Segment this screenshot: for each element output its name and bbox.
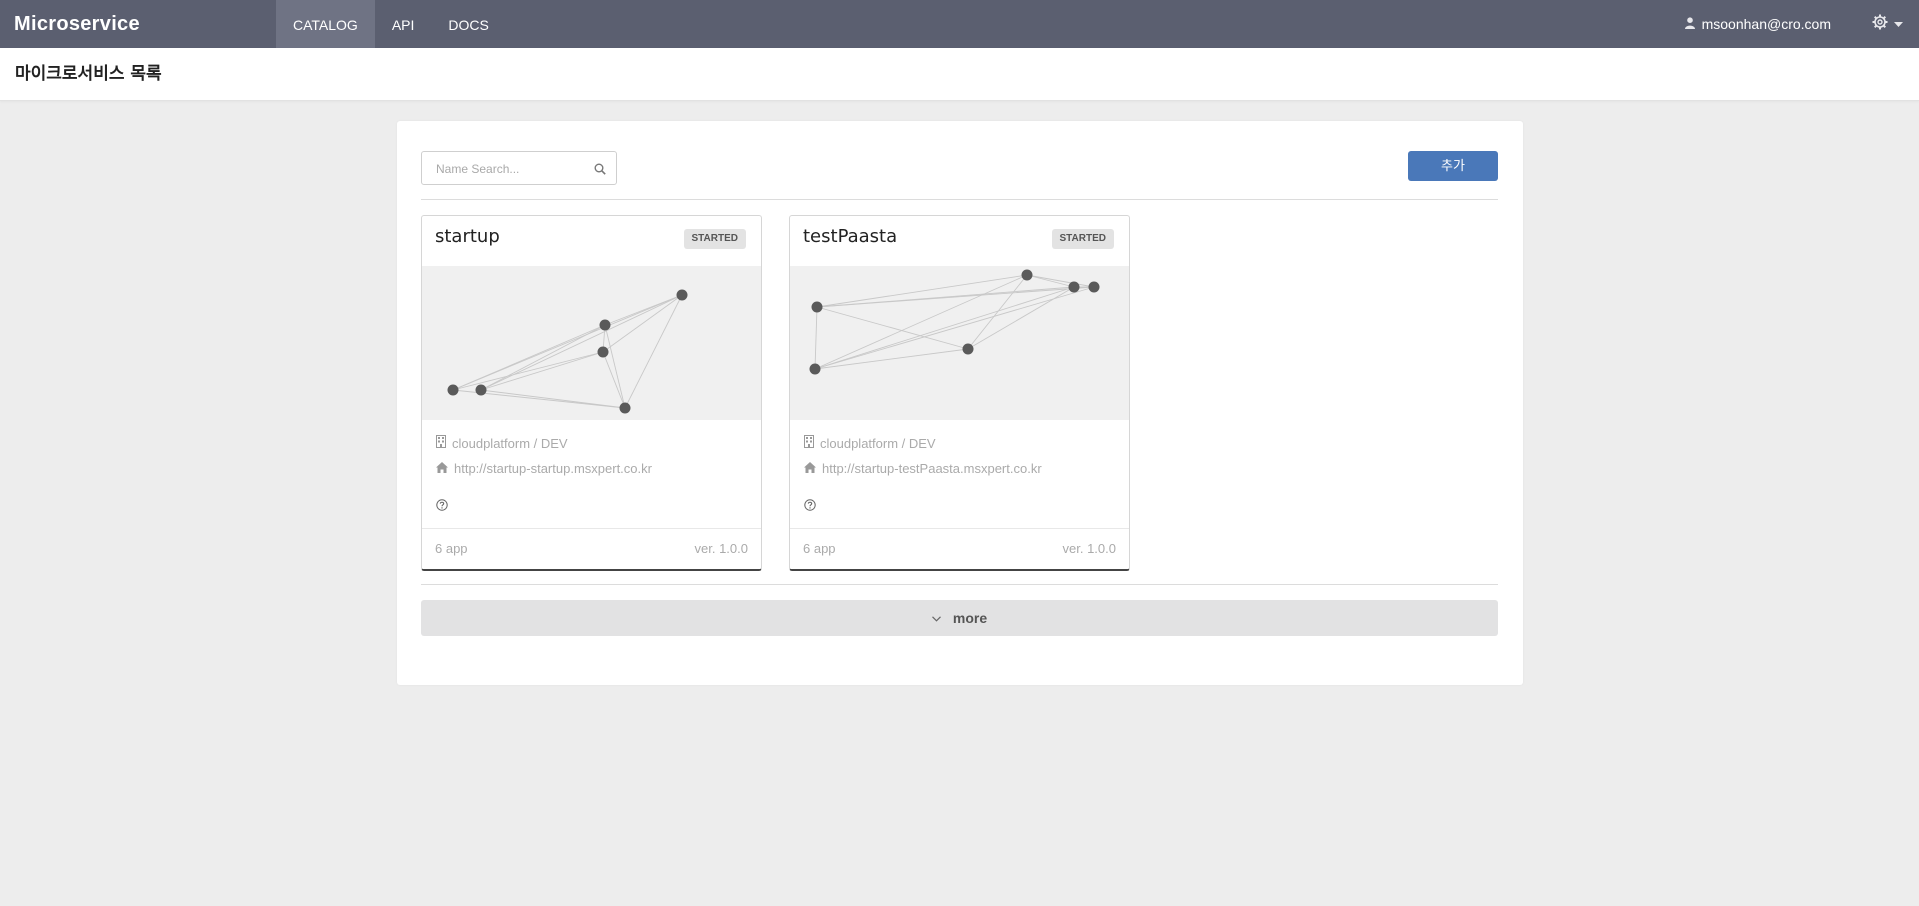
version-label: ver. 1.0.0 [1062, 541, 1116, 556]
service-url[interactable]: http://startup-testPaasta.msxpert.co.kr [804, 461, 1042, 476]
service-node[interactable] [676, 289, 688, 301]
divider [421, 199, 1498, 200]
main-nav: CATALOG API DOCS [276, 0, 506, 48]
service-name[interactable]: startup [435, 226, 500, 247]
top-navbar: Microservice CATALOG API DOCS msoonhan@c… [0, 0, 1919, 48]
caret-down-icon[interactable] [1894, 15, 1903, 33]
card-divider [422, 528, 761, 529]
catalog-panel: 추가 startup STARTED [397, 121, 1523, 685]
service-org: cloudplatform / DEV [804, 435, 936, 451]
org-text: cloudplatform / DEV [452, 435, 568, 451]
app-brand[interactable]: Microservice [14, 0, 140, 48]
help-icon[interactable] [804, 498, 816, 516]
building-icon [436, 435, 446, 451]
add-button[interactable]: 추가 [1408, 151, 1498, 181]
home-icon [436, 461, 448, 476]
nav-api[interactable]: API [375, 0, 432, 48]
service-topology-graph [422, 266, 761, 420]
status-badge: STARTED [1051, 229, 1114, 249]
home-icon [804, 461, 816, 476]
version-label: ver. 1.0.0 [694, 541, 748, 556]
service-node[interactable] [1068, 281, 1080, 293]
settings-menu[interactable] [1872, 0, 1903, 48]
service-node[interactable] [962, 343, 974, 355]
service-node[interactable] [1088, 281, 1100, 293]
user-menu[interactable]: msoonhan@cro.com [1684, 0, 1831, 49]
app-count: 6 app [435, 541, 468, 556]
service-topology-graph [790, 266, 1129, 420]
search-box[interactable] [421, 151, 617, 185]
more-button[interactable]: more [421, 600, 1498, 636]
service-name[interactable]: testPaasta [803, 226, 897, 247]
gear-icon[interactable] [1872, 14, 1888, 35]
service-node[interactable] [597, 346, 609, 358]
service-card-startup[interactable]: startup STARTED cloudplatform / DEV http… [421, 215, 762, 571]
service-node[interactable] [811, 301, 823, 313]
search-input[interactable] [434, 153, 598, 185]
service-card-testpaasta[interactable]: testPaasta STARTED cloudplatform / DEV h… [789, 215, 1130, 571]
divider [421, 584, 1498, 585]
nav-docs[interactable]: DOCS [431, 0, 505, 48]
service-org: cloudplatform / DEV [436, 435, 568, 451]
service-url[interactable]: http://startup-startup.msxpert.co.kr [436, 461, 652, 476]
url-link[interactable]: http://startup-startup.msxpert.co.kr [454, 461, 652, 476]
user-email: msoonhan@cro.com [1701, 15, 1831, 32]
service-node[interactable] [447, 384, 459, 396]
page-header: 마이크로서비스 목록 [0, 48, 1919, 101]
help-icon[interactable] [436, 498, 448, 516]
service-node[interactable] [1021, 269, 1033, 281]
user-icon [1684, 0, 1695, 49]
service-node[interactable] [619, 402, 631, 414]
org-text: cloudplatform / DEV [820, 435, 936, 451]
status-badge: STARTED [683, 229, 746, 249]
search-icon[interactable] [594, 162, 606, 180]
chevron-down-icon [931, 609, 941, 627]
card-divider [790, 528, 1129, 529]
service-node[interactable] [599, 319, 611, 331]
app-count: 6 app [803, 541, 836, 556]
nav-catalog[interactable]: CATALOG [276, 0, 375, 48]
url-link[interactable]: http://startup-testPaasta.msxpert.co.kr [822, 461, 1042, 476]
building-icon [804, 435, 814, 451]
page-title: 마이크로서비스 목록 [15, 64, 162, 84]
more-label: more [952, 610, 988, 626]
service-node[interactable] [809, 363, 821, 375]
service-node[interactable] [475, 384, 487, 396]
